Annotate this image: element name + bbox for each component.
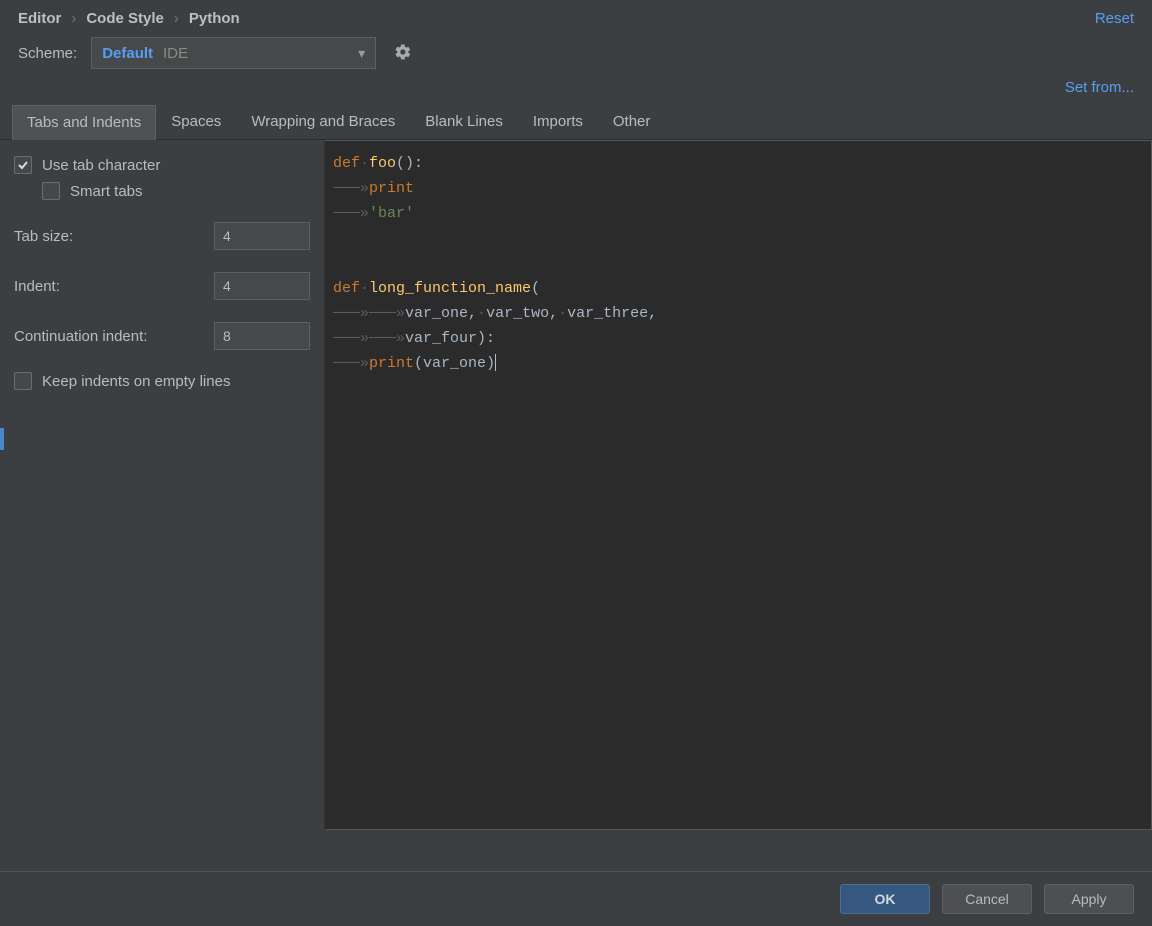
focus-indicator [0, 428, 4, 450]
use-tab-label: Use tab character [42, 157, 160, 174]
tab-imports[interactable]: Imports [518, 104, 598, 139]
tab-wrapping[interactable]: Wrapping and Braces [236, 104, 410, 139]
text-cursor [495, 354, 496, 371]
tab-tabs-indents[interactable]: Tabs and Indents [12, 105, 156, 140]
smart-tabs-checkbox[interactable] [42, 182, 60, 200]
keep-empty-checkbox[interactable] [14, 372, 32, 390]
code-preview: def·foo(): ───»print ───»'bar' def·long_… [325, 140, 1152, 830]
breadcrumb-python[interactable]: Python [189, 10, 240, 27]
tab-size-input[interactable] [214, 222, 310, 250]
scheme-suffix: IDE [163, 45, 188, 62]
cont-indent-label: Continuation indent: [14, 328, 147, 345]
tab-blank-lines[interactable]: Blank Lines [410, 104, 518, 139]
reset-link[interactable]: Reset [1095, 10, 1134, 27]
cancel-button[interactable]: Cancel [942, 884, 1032, 914]
set-from-link[interactable]: Set from... [1065, 79, 1134, 96]
chevron-right-icon: › [174, 10, 179, 27]
tab-size-label: Tab size: [14, 228, 73, 245]
breadcrumb-codestyle[interactable]: Code Style [86, 10, 164, 27]
settings-panel: Use tab character Smart tabs Tab size: I… [0, 140, 325, 830]
apply-button[interactable]: Apply [1044, 884, 1134, 914]
chevron-down-icon: ▾ [358, 45, 365, 62]
breadcrumb-editor[interactable]: Editor [18, 10, 61, 27]
chevron-right-icon: › [71, 10, 76, 27]
indent-label: Indent: [14, 278, 60, 295]
button-bar: OK Cancel Apply [0, 871, 1152, 926]
keep-empty-label: Keep indents on empty lines [42, 373, 230, 390]
scheme-name: Default [102, 45, 153, 62]
tab-bar: Tabs and Indents Spaces Wrapping and Bra… [0, 104, 1152, 140]
breadcrumb: Editor › Code Style › Python [18, 10, 240, 27]
use-tab-checkbox[interactable] [14, 156, 32, 174]
scheme-select[interactable]: Default IDE ▾ [91, 37, 376, 69]
cont-indent-input[interactable] [214, 322, 310, 350]
smart-tabs-label: Smart tabs [70, 183, 143, 200]
tab-other[interactable]: Other [598, 104, 666, 139]
indent-input[interactable] [214, 272, 310, 300]
ok-button[interactable]: OK [840, 884, 930, 914]
gear-icon[interactable] [390, 39, 416, 68]
tab-spaces[interactable]: Spaces [156, 104, 236, 139]
scheme-label: Scheme: [18, 45, 77, 62]
